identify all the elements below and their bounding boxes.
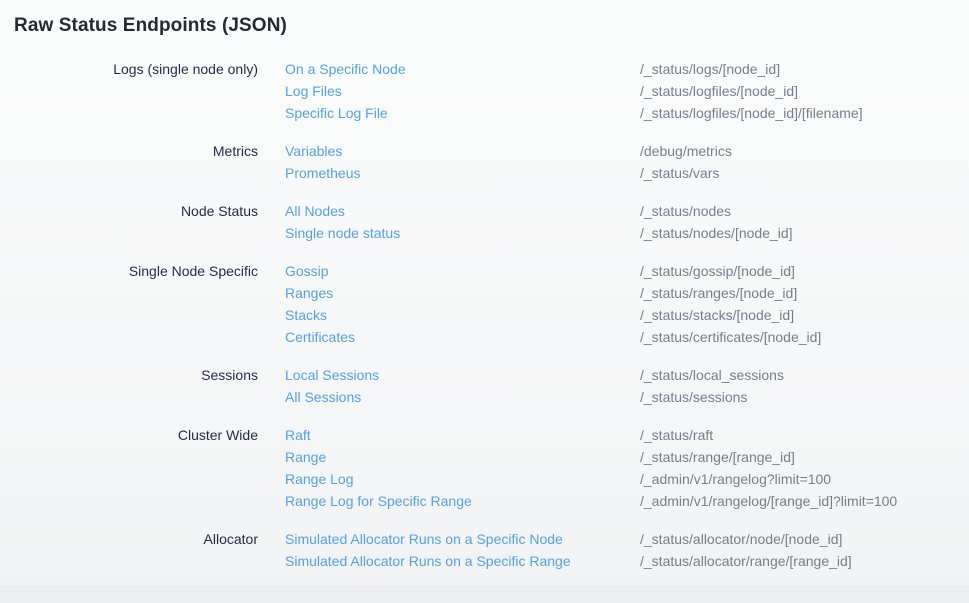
endpoint-path: /_status/logfiles/[node_id]/[filename] (640, 102, 863, 124)
endpoint-path: /_status/local_sessions (640, 364, 784, 386)
endpoint-row: Log Files /_status/logfiles/[node_id] (285, 80, 863, 102)
endpoint-path: /_admin/v1/rangelog?limit=100 (640, 468, 831, 490)
endpoint-link[interactable]: Single node status (285, 222, 613, 244)
endpoint-row: Certificates /_status/certificates/[node… (285, 326, 821, 348)
endpoint-row: Stacks /_status/stacks/[node_id] (285, 304, 821, 326)
endpoint-sections: Logs (single node only) On a Specific No… (14, 58, 969, 572)
page-title: Raw Status Endpoints (JSON) (14, 14, 969, 38)
category-label: Allocator (14, 528, 258, 550)
endpoint-path: /_admin/v1/rangelog/[range_id]?limit=100 (640, 490, 897, 512)
section-metrics: Metrics Variables /debug/metrics Prometh… (14, 140, 969, 184)
endpoint-row: All Sessions /_status/sessions (285, 386, 784, 408)
endpoint-row: Single node status /_status/nodes/[node_… (285, 222, 793, 244)
endpoint-link[interactable]: Simulated Allocator Runs on a Specific N… (285, 528, 613, 550)
endpoint-row: Raft /_status/raft (285, 424, 897, 446)
endpoint-row: Gossip /_status/gossip/[node_id] (285, 260, 821, 282)
category-label: Node Status (14, 200, 258, 222)
endpoint-link[interactable]: Ranges (285, 282, 613, 304)
endpoint-link[interactable]: Log Files (285, 80, 613, 102)
endpoint-link[interactable]: Raft (285, 424, 613, 446)
endpoint-row: Range /_status/range/[range_id] (285, 446, 897, 468)
section-allocator: Allocator Simulated Allocator Runs on a … (14, 528, 969, 572)
endpoint-path: /debug/metrics (640, 140, 732, 162)
endpoint-path: /_status/allocator/range/[range_id] (640, 550, 852, 572)
endpoint-path: /_status/stacks/[node_id] (640, 304, 794, 326)
endpoint-path: /_status/sessions (640, 386, 747, 408)
endpoint-link[interactable]: Variables (285, 140, 613, 162)
endpoint-path: /_status/vars (640, 162, 719, 184)
endpoint-row: Simulated Allocator Runs on a Specific N… (285, 528, 852, 550)
endpoint-link[interactable]: Prometheus (285, 162, 613, 184)
category-label: Sessions (14, 364, 258, 386)
category-label: Single Node Specific (14, 260, 258, 282)
endpoint-link[interactable]: Gossip (285, 260, 613, 282)
endpoint-row: Specific Log File /_status/logfiles/[nod… (285, 102, 863, 124)
endpoint-path: /_status/ranges/[node_id] (640, 282, 797, 304)
section-logs: Logs (single node only) On a Specific No… (14, 58, 969, 124)
endpoint-row: Local Sessions /_status/local_sessions (285, 364, 784, 386)
endpoint-path: /_status/raft (640, 424, 713, 446)
section-single-node-specific: Single Node Specific Gossip /_status/gos… (14, 260, 969, 348)
endpoint-path: /_status/logfiles/[node_id] (640, 80, 798, 102)
page-footer-strip (0, 586, 969, 603)
category-label: Cluster Wide (14, 424, 258, 446)
endpoint-link[interactable]: Stacks (285, 304, 613, 326)
endpoint-row: Ranges /_status/ranges/[node_id] (285, 282, 821, 304)
endpoint-row: Variables /debug/metrics (285, 140, 732, 162)
endpoint-path: /_status/logs/[node_id] (640, 58, 780, 80)
section-node-status: Node Status All Nodes /_status/nodes Sin… (14, 200, 969, 244)
section-sessions: Sessions Local Sessions /_status/local_s… (14, 364, 969, 408)
endpoint-row: Range Log /_admin/v1/rangelog?limit=100 (285, 468, 897, 490)
endpoint-row: Simulated Allocator Runs on a Specific R… (285, 550, 852, 572)
endpoint-link[interactable]: Range (285, 446, 613, 468)
category-label: Metrics (14, 140, 258, 162)
endpoint-path: /_status/nodes (640, 200, 731, 222)
endpoint-row: Range Log for Specific Range /_admin/v1/… (285, 490, 897, 512)
endpoint-row: All Nodes /_status/nodes (285, 200, 793, 222)
endpoint-link[interactable]: Range Log for Specific Range (285, 490, 613, 512)
endpoint-row: Prometheus /_status/vars (285, 162, 732, 184)
endpoint-path: /_status/range/[range_id] (640, 446, 795, 468)
endpoint-link[interactable]: Local Sessions (285, 364, 613, 386)
endpoint-link[interactable]: All Nodes (285, 200, 613, 222)
endpoint-link[interactable]: Simulated Allocator Runs on a Specific R… (285, 550, 613, 572)
endpoint-path: /_status/certificates/[node_id] (640, 326, 821, 348)
endpoint-link[interactable]: On a Specific Node (285, 58, 613, 80)
endpoint-path: /_status/nodes/[node_id] (640, 222, 793, 244)
endpoint-row: On a Specific Node /_status/logs/[node_i… (285, 58, 863, 80)
endpoint-path: /_status/allocator/node/[node_id] (640, 528, 842, 550)
raw-status-endpoints-panel: Raw Status Endpoints (JSON) Logs (single… (0, 0, 969, 572)
endpoint-path: /_status/gossip/[node_id] (640, 260, 795, 282)
endpoint-link[interactable]: Range Log (285, 468, 613, 490)
endpoint-link[interactable]: Specific Log File (285, 102, 613, 124)
section-cluster-wide: Cluster Wide Raft /_status/raft Range /_… (14, 424, 969, 512)
endpoint-link[interactable]: Certificates (285, 326, 613, 348)
category-label: Logs (single node only) (14, 58, 258, 80)
endpoint-link[interactable]: All Sessions (285, 386, 613, 408)
